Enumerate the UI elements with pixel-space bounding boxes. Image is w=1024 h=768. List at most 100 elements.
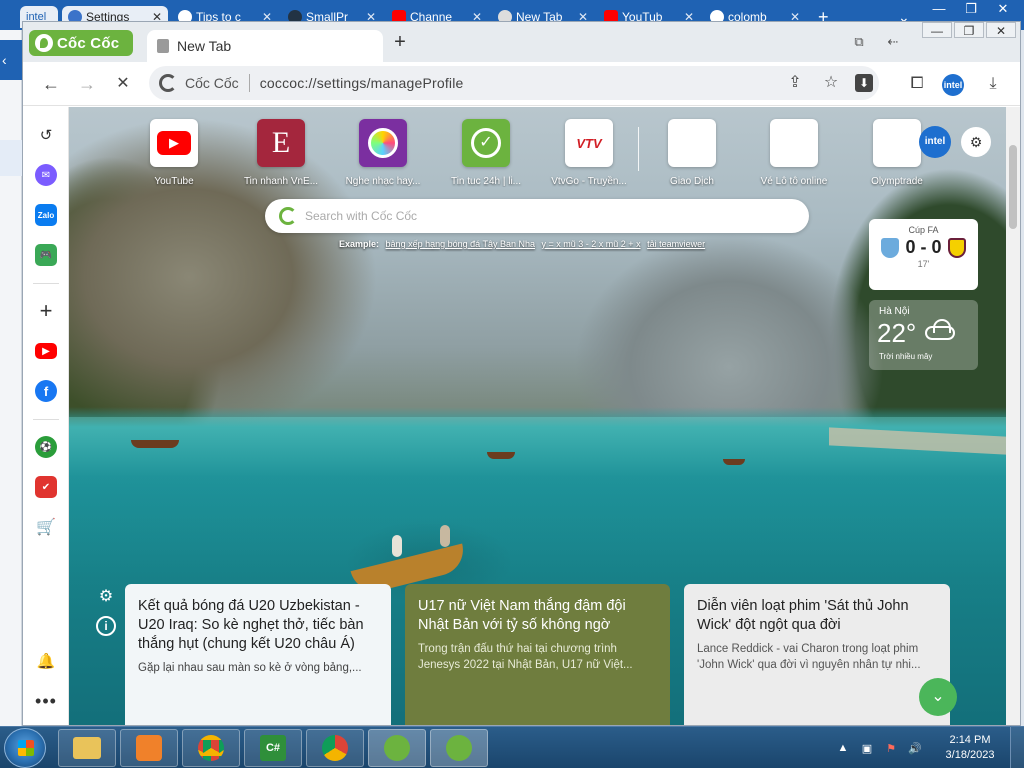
more-icon[interactable]: ••• bbox=[34, 689, 58, 713]
competition-label: Cúp FA bbox=[908, 225, 939, 235]
todo-icon[interactable]: ✔ bbox=[34, 475, 58, 499]
save-download-icon[interactable]: ⬇ bbox=[855, 74, 873, 92]
clock-time: 2:14 PM bbox=[949, 734, 991, 746]
facebook-icon[interactable]: f bbox=[34, 379, 58, 403]
back-to-window-icon[interactable]: ⇠ bbox=[876, 32, 910, 52]
address-bar[interactable]: Cốc Cốc coccoc://settings/manageProfile … bbox=[149, 66, 879, 100]
show-desktop-button[interactable] bbox=[1010, 727, 1024, 768]
minimize-button[interactable]: — bbox=[922, 22, 952, 38]
new-tab-button[interactable]: + bbox=[389, 32, 411, 54]
weather-widget[interactable]: Hà Nội 22° Trời nhiều mây bbox=[869, 300, 978, 370]
restore-button[interactable]: ❐ bbox=[954, 22, 984, 38]
match-minute: 17' bbox=[917, 259, 930, 269]
game-icon[interactable]: 🎮 bbox=[34, 243, 58, 267]
football-score-widget[interactable]: Cúp FA 0 - 0 17' bbox=[869, 219, 978, 290]
address-bar-actions: ⇪ ☆ ⬇ bbox=[783, 71, 873, 95]
example-link[interactable]: tải teamviewer bbox=[647, 239, 705, 249]
restore-button[interactable]: ❐ bbox=[956, 0, 986, 18]
extensions-icon[interactable]: ⧠ bbox=[903, 70, 931, 98]
action-center-icon[interactable]: ⚑ bbox=[882, 742, 900, 755]
tab-title: New Tab bbox=[177, 38, 232, 54]
speed-dial-label: Nghe nhạc hay... bbox=[345, 176, 421, 187]
minimize-button[interactable]: — bbox=[924, 0, 954, 18]
speed-dial-tin-tuc[interactable]: ✓ Tin tuc 24h | li... bbox=[438, 119, 534, 187]
clock[interactable]: 2:14 PM 3/18/2023 bbox=[930, 733, 1010, 763]
stop-loading-button[interactable]: ✕ bbox=[109, 70, 137, 98]
taskbar-coccoc-1[interactable] bbox=[368, 729, 426, 767]
start-button[interactable] bbox=[4, 728, 46, 768]
news-title[interactable]: Diễn viên loạt phim 'Sát thủ John Wick' … bbox=[697, 597, 937, 635]
home-team-crest-icon bbox=[881, 237, 900, 258]
show-hidden-icons-icon[interactable]: ▲ bbox=[834, 742, 852, 754]
add-sidebar-icon[interactable]: + bbox=[34, 298, 58, 323]
url-text[interactable]: coccoc://settings/manageProfile bbox=[260, 75, 464, 91]
youtube-icon: ▶ bbox=[150, 119, 198, 167]
youtube-icon[interactable]: ▶ bbox=[34, 339, 58, 363]
speed-dial-label: Vé Lô tô online bbox=[760, 176, 828, 187]
taskbar-chrome-intel[interactable] bbox=[182, 729, 240, 767]
notifications-icon[interactable]: 🔔 bbox=[34, 649, 58, 673]
speed-dial-music[interactable]: Nghe nhạc hay... bbox=[335, 119, 431, 187]
back-window-controls: — ❐ ✕ bbox=[924, 0, 1018, 18]
example-link[interactable]: y = x mũ 3 - 2 x mũ 2 + x bbox=[542, 239, 641, 249]
star-icon[interactable]: ☆ bbox=[819, 71, 843, 95]
football-icon[interactable]: ⚽ bbox=[34, 435, 58, 459]
clock-date: 3/18/2023 bbox=[945, 749, 995, 761]
title-bar: Cốc Cốc New Tab + ⧉ ⇠ — ❐ ✕ bbox=[23, 22, 1020, 62]
taskbar-chrome-intel-2[interactable] bbox=[306, 729, 364, 767]
tab-search-icon[interactable]: ⧉ bbox=[842, 32, 876, 52]
tab-new-tab[interactable]: New Tab bbox=[147, 30, 383, 62]
volume-icon[interactable]: 🔊 bbox=[906, 742, 924, 755]
news-title[interactable]: Kết quả bóng đá U20 Uzbekistan - U20 Ira… bbox=[138, 597, 378, 654]
messenger-icon[interactable]: ✉ bbox=[34, 163, 58, 187]
downloads-icon[interactable]: ⤓ bbox=[979, 70, 1007, 98]
network-icon[interactable]: ▣ bbox=[858, 742, 876, 755]
news-card[interactable]: U17 nữ Việt Nam thắng đậm đội Nhật Bản v… bbox=[405, 584, 670, 725]
speed-dial-divider bbox=[638, 127, 639, 171]
close-button[interactable]: ✕ bbox=[986, 22, 1016, 38]
boat-decoration bbox=[487, 452, 515, 459]
example-link[interactable]: bảng xếp hạng bóng đá Tây Ban Nha bbox=[386, 239, 535, 249]
info-icon[interactable]: i bbox=[95, 615, 117, 637]
coccoc-icon bbox=[159, 74, 177, 92]
speed-dial-vtvgo[interactable]: VTV VtvGo - Truyền... bbox=[541, 119, 637, 187]
coccoc-logo[interactable]: Cốc Cốc bbox=[29, 30, 133, 56]
toolbar: ← → ✕ Cốc Cốc coccoc://settings/managePr… bbox=[23, 62, 1020, 106]
taskbar-csharp-editor[interactable]: C# bbox=[244, 729, 302, 767]
news-card[interactable]: Diễn viên loạt phim 'Sát thủ John Wick' … bbox=[684, 584, 950, 725]
news-card[interactable]: Kết quả bóng đá U20 Uzbekistan - U20 Ira… bbox=[125, 584, 391, 725]
speed-dial-youtube[interactable]: ▶ YouTube bbox=[126, 119, 222, 187]
scroll-down-button[interactable]: ⌄ bbox=[919, 678, 957, 716]
speed-dial-label: Tin nhanh VnE... bbox=[243, 176, 319, 187]
news-title[interactable]: U17 nữ Việt Nam thắng đậm đội Nhật Bản v… bbox=[418, 597, 657, 635]
settings-gear-icon[interactable]: ⚙ bbox=[95, 585, 117, 607]
shop-icon[interactable]: 🛒 bbox=[34, 515, 58, 539]
back-arrow-icon[interactable]: ‹ bbox=[0, 40, 22, 80]
history-icon[interactable]: ↺ bbox=[34, 123, 58, 147]
search-box[interactable] bbox=[265, 199, 809, 233]
vertical-scrollbar[interactable] bbox=[1006, 107, 1020, 725]
shop-tile: 🛒 bbox=[35, 516, 57, 538]
facebook-tile: f bbox=[35, 380, 57, 402]
forward-button[interactable]: → bbox=[73, 70, 101, 98]
title-right-tools: ⧉ ⇠ bbox=[842, 22, 910, 62]
speed-dial-giao-dich[interactable]: Giao Dịch bbox=[644, 119, 740, 187]
chrome-icon bbox=[322, 735, 348, 761]
zalo-icon[interactable]: Zalo bbox=[34, 203, 58, 227]
back-button[interactable]: ← bbox=[37, 70, 65, 98]
close-button[interactable]: ✕ bbox=[988, 0, 1018, 18]
profile-button[interactable]: intel bbox=[939, 70, 967, 98]
scrollbar-thumb[interactable] bbox=[1009, 145, 1017, 229]
taskbar-coccoc-2[interactable] bbox=[430, 729, 488, 767]
divider bbox=[33, 419, 59, 420]
taskbar-media-player[interactable] bbox=[120, 729, 178, 767]
speed-dial-vnexpress[interactable]: E Tin nhanh VnE... bbox=[233, 119, 329, 187]
search-input[interactable] bbox=[305, 209, 785, 223]
taskbar-file-explorer[interactable] bbox=[58, 729, 116, 767]
share-icon[interactable]: ⇪ bbox=[783, 71, 807, 95]
speed-dial-lo-to[interactable]: Vé Lô tô online bbox=[746, 119, 842, 187]
rower-decoration bbox=[392, 535, 402, 557]
intel-badge[interactable]: intel bbox=[919, 126, 951, 158]
music-icon bbox=[359, 119, 407, 167]
customize-settings-icon[interactable]: ⚙ bbox=[961, 127, 991, 157]
